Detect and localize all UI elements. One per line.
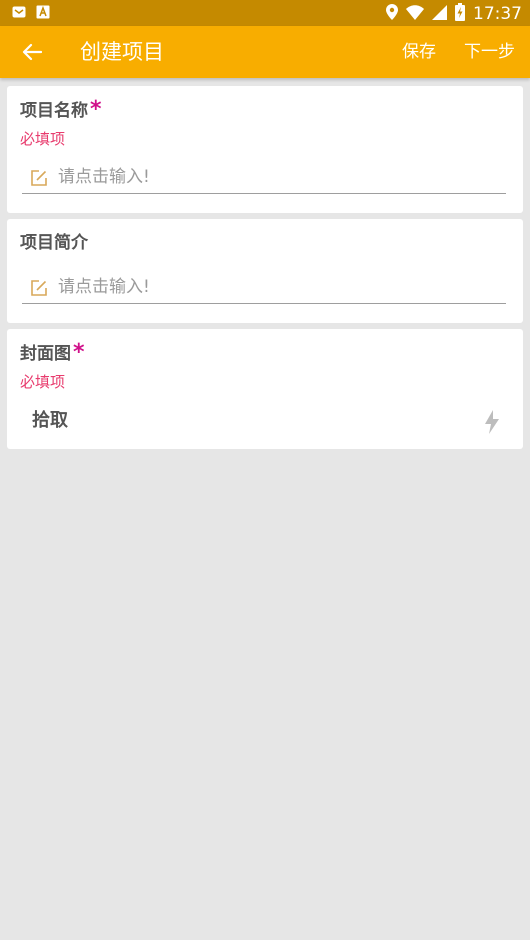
project-intro-input[interactable] — [58, 274, 498, 300]
cover-image-label-text: 封面图 — [20, 344, 71, 364]
project-name-field[interactable] — [22, 164, 506, 194]
project-intro-field[interactable] — [22, 274, 506, 304]
wifi-icon — [406, 4, 424, 24]
cover-image-label: 封面图* — [20, 342, 85, 365]
required-star: * — [90, 97, 102, 122]
cover-image-card: 封面图* 必填项 拾取 — [7, 329, 523, 449]
project-name-label-text: 项目名称 — [20, 101, 88, 121]
page-title: 创建项目 — [80, 40, 164, 64]
back-button[interactable] — [18, 38, 46, 66]
required-hint: 必填项 — [20, 373, 66, 391]
edit-icon — [30, 279, 48, 297]
arrow-left-icon — [22, 43, 42, 61]
project-name-card: 项目名称* 必填项 — [7, 86, 523, 213]
pick-cover-row[interactable]: 拾取 — [7, 403, 523, 443]
lightning-icon[interactable] — [483, 409, 501, 435]
battery-charging-icon — [455, 3, 465, 25]
status-bar: 17:37 — [0, 0, 530, 26]
next-step-button[interactable]: 下一步 — [464, 40, 515, 64]
status-time: 17:37 — [473, 4, 522, 24]
project-name-label: 项目名称* — [20, 99, 102, 122]
signal-icon — [432, 4, 447, 24]
required-hint: 必填项 — [20, 130, 66, 148]
a-box-icon — [36, 5, 50, 19]
app-bar: 创建项目 保存 下一步 — [0, 26, 530, 78]
save-button[interactable]: 保存 — [402, 40, 436, 64]
edit-icon — [30, 169, 48, 187]
required-star: * — [73, 340, 85, 365]
pick-label: 拾取 — [32, 410, 68, 431]
mail-icon — [12, 5, 26, 19]
location-icon — [386, 4, 398, 24]
project-name-input[interactable] — [58, 164, 498, 190]
project-intro-label: 项目简介 — [20, 233, 88, 253]
project-intro-card: 项目简介 — [7, 219, 523, 323]
